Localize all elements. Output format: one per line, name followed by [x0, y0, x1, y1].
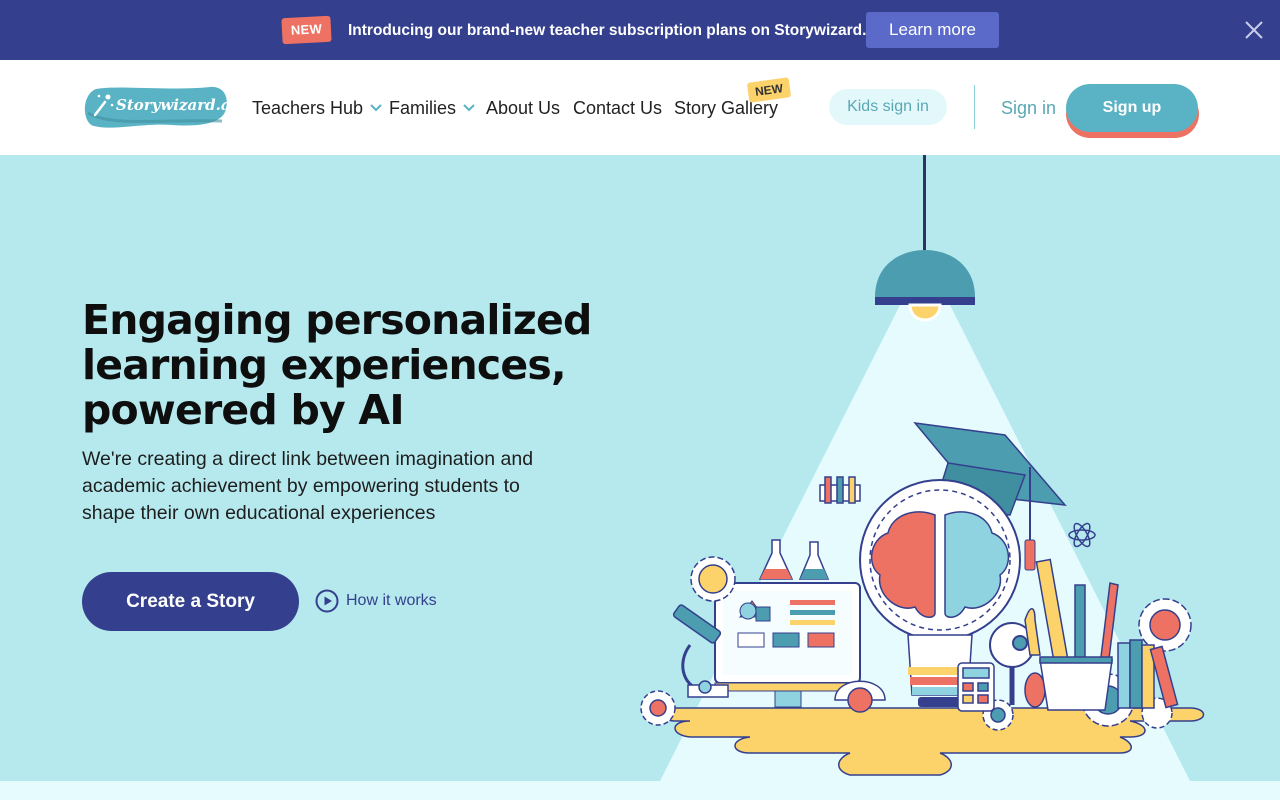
ceiling-lamp-icon	[875, 155, 975, 322]
bottom-strip	[0, 781, 1280, 800]
sign-up-button[interactable]: Sign up	[1066, 84, 1198, 132]
announcement-bar: NEW Introducing our brand-new teacher su…	[0, 0, 1280, 60]
ball-icon	[1024, 672, 1046, 708]
test-tubes-icon	[819, 476, 861, 504]
kids-sign-in-button[interactable]: Kids sign in	[829, 89, 947, 125]
create-story-button[interactable]: Create a Story	[82, 572, 299, 631]
computer-monitor-icon	[714, 582, 861, 708]
close-icon[interactable]	[1242, 18, 1266, 42]
announcement-text: Introducing our brand-new teacher subscr…	[348, 22, 880, 39]
logo-text: Storywizard.ai	[116, 96, 237, 114]
nav-families-label: Families	[389, 98, 457, 118]
hero-illustration	[640, 155, 1205, 781]
nav-teachers-hub[interactable]: Teachers Hub	[252, 97, 382, 119]
how-it-works-label: How it works	[346, 592, 437, 609]
hero-title: Engaging personalized learning experienc…	[82, 296, 592, 434]
play-circle-icon	[315, 589, 339, 613]
learn-more-button[interactable]: Learn more	[866, 12, 999, 48]
nav-about-us[interactable]: About Us	[486, 97, 560, 119]
nav-teachers-hub-label: Teachers Hub	[252, 98, 364, 118]
nav-about-us-label: About Us	[486, 98, 561, 118]
hero-subtitle: We're creating a direct link between ima…	[82, 448, 534, 524]
atom-icon	[1068, 522, 1096, 548]
main-nav: Storywizard.ai Teachers Hub Families Abo…	[0, 60, 1280, 155]
chevron-down-icon	[463, 104, 475, 112]
nav-contact-us-label: Contact Us	[573, 98, 663, 118]
new-badge: NEW	[281, 15, 332, 45]
sign-in-link[interactable]: Sign in	[1001, 97, 1056, 119]
calculator-icon	[957, 662, 995, 712]
story-gallery-new-badge: NEW	[746, 77, 792, 103]
how-it-works-link[interactable]: How it works	[315, 589, 437, 613]
logo[interactable]: Storywizard.ai	[82, 83, 236, 131]
nav-divider	[974, 85, 975, 129]
nav-families[interactable]: Families	[389, 97, 475, 119]
nav-contact-us[interactable]: Contact Us	[573, 97, 662, 119]
chevron-down-icon	[370, 104, 382, 112]
